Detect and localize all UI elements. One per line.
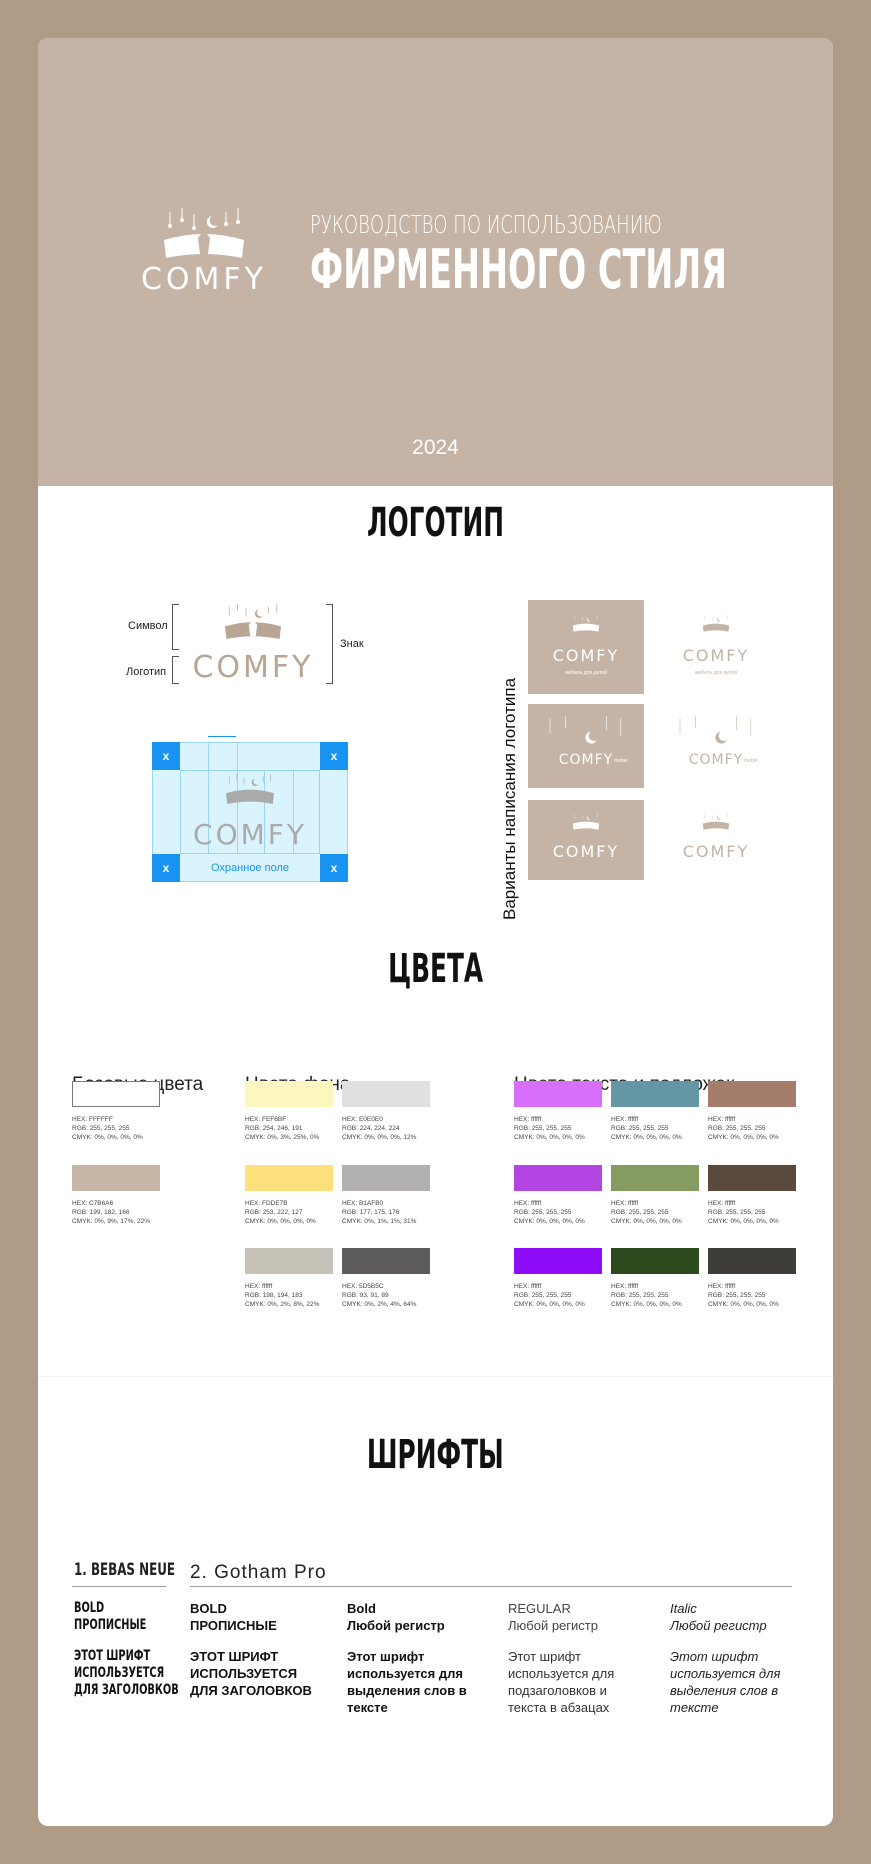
variant-tan-1: COMFY мебель для детей [528, 600, 644, 694]
x-marker-br: x [320, 854, 348, 882]
variant-tan-2: COMFY mebel [528, 704, 644, 788]
color-swatch-info: HEX: FEF6BF RGB: 254, 246, 191 CMYK: 0%,… [245, 1116, 320, 1141]
color-swatch-info: HEX: ffffff RGB: 198, 194, 183 CMYK: 0%,… [245, 1283, 320, 1308]
color-swatch [72, 1165, 160, 1191]
color-swatch-info: HEX: ffffff RGB: 255, 255, 255 CMYK: 0%,… [611, 1200, 682, 1225]
color-swatch-info: HEX: ffffff RGB: 255, 255, 255 CMYK: 0%,… [708, 1200, 779, 1225]
hero-title: ФИРМЕННОГО СТИЛЯ [310, 238, 727, 301]
variant-white-1: COMFY мебель для детей [658, 600, 774, 694]
variant-2-icon [702, 615, 730, 632]
logo-symbol-icon [225, 604, 281, 639]
variant-1-icon [572, 615, 600, 632]
x-marker-bl: x [152, 854, 180, 882]
x-marker-tl: x [152, 742, 180, 770]
color-swatch-info: HEX: FFFFFF RGB: 255, 255, 255 CMYK: 0%,… [72, 1116, 143, 1141]
hero-subtitle: РУКОВОДСТВО ПО ИСПОЛЬЗОВАНИЮ [310, 210, 662, 239]
protect-label: Охранное поле [211, 862, 289, 874]
section-divider [38, 1376, 833, 1377]
color-swatch [514, 1081, 602, 1107]
color-swatch [342, 1248, 430, 1274]
color-swatch-info: HEX: C7B6A6 RGB: 199, 182, 166 CMYK: 0%,… [72, 1200, 151, 1225]
font2-regular-style: REGULAR Любой регистр [508, 1601, 598, 1633]
color-swatch-info: HEX: 5D5B5C RGB: 93, 91, 89 CMYK: 0%, 2%… [342, 1283, 417, 1308]
font2-name: 2. Gotham Pro [190, 1562, 327, 1583]
font1-underline [72, 1586, 166, 1587]
bracket-sign [326, 604, 333, 684]
color-swatch [708, 1081, 796, 1107]
variant-3-tagline: mebel [614, 758, 628, 764]
color-swatch-info: HEX: FDDE7B RGB: 253, 222, 127 CMYK: 0%,… [245, 1200, 316, 1225]
protective-field: COMFY x x x x Охранное поле [152, 736, 348, 882]
logo-section-title: ЛОГОТИП [366, 500, 505, 546]
label-logotype: Логотип [126, 666, 167, 678]
color-swatch [514, 1165, 602, 1191]
color-swatch [245, 1165, 333, 1191]
variants-label: Варианты написания логотипа [500, 677, 519, 920]
font2-underline [190, 1586, 792, 1587]
font2-bold-caps-style: BOLD ПРОПИСНЫЕ [190, 1601, 277, 1633]
color-swatch-info: HEX: ffffff RGB: 255, 255, 255 CMYK: 0%,… [514, 1200, 585, 1225]
variant-2-word: COMFY [682, 646, 750, 665]
variant-1-tagline: мебель для детей [565, 670, 607, 676]
font2-bold-use: Этот шрифт используется для выделения сл… [347, 1649, 467, 1715]
variant-1-word: COMFY [552, 646, 620, 665]
protect-wordmark: COMFY [193, 818, 307, 851]
color-swatch [611, 1248, 699, 1274]
color-swatch-info: HEX: ffffff RGB: 255, 255, 255 CMYK: 0%,… [514, 1283, 585, 1308]
colors-section-title: ЦВЕТА [388, 946, 483, 992]
variant-6-icon [702, 813, 730, 830]
label-symbol: Символ [128, 620, 168, 632]
x-marker-tr: x [320, 742, 348, 770]
font1-use: ЭТОТ ШРИФТ ИСПОЛЬЗУЕТСЯ ДЛЯ ЗАГОЛОВКОВ [74, 1648, 179, 1698]
color-swatch [708, 1165, 796, 1191]
color-swatch-info: HEX: B1AFB0 RGB: 177, 175, 176 CMYK: 0%,… [342, 1200, 417, 1225]
variant-tan-3: COMFY [528, 800, 644, 880]
variant-5-icon [572, 813, 600, 830]
variant-6-word: COMFY [682, 842, 750, 861]
color-swatch-info: HEX: ffffff RGB: 255, 255, 255 CMYK: 0%,… [611, 1283, 682, 1308]
color-swatch [72, 1081, 160, 1107]
color-swatch [245, 1248, 333, 1274]
color-swatch [514, 1248, 602, 1274]
color-swatch-info: HEX: ffffff RGB: 255, 255, 255 CMYK: 0%,… [514, 1116, 585, 1141]
x-measure [208, 736, 236, 743]
variant-2-tagline: мебель для детей [695, 670, 737, 676]
color-swatch-info: HEX: ffffff RGB: 255, 255, 255 CMYK: 0%,… [708, 1116, 779, 1141]
logo-wordmark: COMFY [192, 650, 314, 685]
pillow-icon [164, 208, 244, 258]
font2-italic-use: Этот шрифт используется для выделения сл… [670, 1649, 781, 1715]
font2-bold-style: Bold Любой регистр [347, 1601, 445, 1633]
font2-italic-style: Italic Любой регистр [670, 1601, 767, 1633]
variant-white-3: COMFY [658, 800, 774, 880]
bracket-symbol [172, 604, 179, 650]
variant-white-2: COMFY mebel [658, 704, 774, 788]
color-swatch-info: HEX: ffffff RGB: 255, 255, 255 CMYK: 0%,… [708, 1283, 779, 1308]
hero-banner: COMFY РУКОВОДСТВО ПО ИСПОЛЬЗОВАНИЮ ФИРМЕ… [38, 38, 833, 486]
font2-bold-caps-use: ЭТОТ ШРИФТ ИСПОЛЬЗУЕТСЯ ДЛЯ ЗАГОЛОВКОВ [190, 1649, 312, 1698]
color-swatch [708, 1248, 796, 1274]
color-swatch-info: HEX: E0E0E0 RGB: 224, 224, 224 CMYK: 0%,… [342, 1116, 417, 1141]
color-swatch [342, 1165, 430, 1191]
hero-year: 2024 [412, 436, 459, 459]
hero-brand: COMFY [140, 262, 268, 297]
fonts-section-title: ШРИФТЫ [367, 1432, 504, 1478]
font1-name: 1. BEBAS NEUE [74, 1560, 176, 1580]
color-swatch [342, 1081, 430, 1107]
color-swatch-info: HEX: ffffff RGB: 255, 255, 255 CMYK: 0%,… [611, 1116, 682, 1141]
variant-5-word: COMFY [552, 842, 620, 861]
protect-logo-icon [226, 774, 274, 804]
brandbook-card: COMFY РУКОВОДСТВО ПО ИСПОЛЬЗОВАНИЮ ФИРМЕ… [38, 38, 833, 1826]
font2-regular-use: Этот шрифт используется для подзаголовко… [508, 1649, 615, 1715]
color-swatch [245, 1081, 333, 1107]
color-swatch [611, 1165, 699, 1191]
bracket-logotype [172, 656, 179, 684]
color-swatch [611, 1081, 699, 1107]
variant-3-icon [549, 716, 622, 744]
font1-style: BOLD ПРОПИСНЫЕ [74, 1600, 147, 1633]
label-sign: Знак [340, 638, 364, 650]
variant-4-icon [679, 716, 752, 744]
variant-4-tagline: mebel [744, 758, 758, 764]
hero-logo: COMFY [134, 208, 274, 298]
